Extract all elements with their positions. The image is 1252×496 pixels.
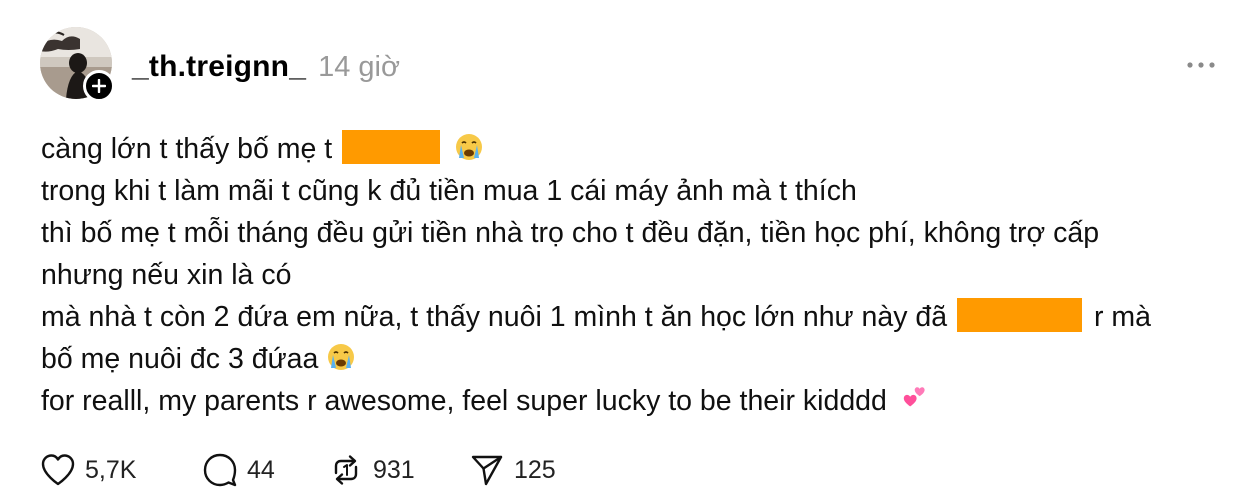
post-line-6: bố mẹ nuôi đc 3 đứaa [41,338,1221,380]
redaction-block [342,130,441,165]
post-line-3: thì bố mẹ t mỗi tháng đều gửi tiền nhà t… [41,212,1221,254]
share-count: 125 [514,455,556,484]
comment-icon [203,453,237,487]
post-text: thì bố mẹ t mỗi tháng đều gửi tiền nhà t… [41,217,1100,249]
repost-button[interactable]: 931 [328,453,469,487]
post-text: càng lớn t thấy bố mẹ t [41,133,333,165]
post-text: r mà [1093,301,1151,333]
crying-face-emoji-icon [328,344,355,371]
heart-icon [41,454,75,486]
post-body: càng lớn t thấy bố mẹ t trong khi t làm … [41,128,1221,422]
crying-face-emoji-icon [456,134,483,161]
avatar-container[interactable] [40,27,116,103]
thread-post: _th.treignn_ 14 giờ càng lớn t thấy bố m… [0,0,1252,496]
like-button[interactable]: 5,7K [40,453,202,487]
share-icon [471,455,503,486]
post-line-2: trong khi t làm mãi t cũng k đủ tiền mua… [41,170,1221,212]
post-text: mà nhà t còn 2 đứa em nữa, t thấy nuôi 1… [41,301,948,333]
redaction-block [957,298,1083,333]
post-timestamp: 14 giờ [318,51,400,83]
post-text: nhưng nếu xin là có [41,259,292,291]
post-line-5: mà nhà t còn 2 đứa em nữa, t thấy nuôi 1… [41,296,1221,338]
post-text: trong khi t làm mãi t cũng k đủ tiền mua… [41,175,857,207]
post-line-1: càng lớn t thấy bố mẹ t [41,128,1221,170]
repost-icon [334,455,358,485]
username-link[interactable]: _th.treignn_ [132,50,306,84]
post-line-7: for realll, my parents r awesome, feel s… [41,380,1221,422]
two-hearts-emoji-icon [903,387,925,407]
reply-button[interactable]: 44 [202,453,328,487]
post-actions: 5,7K 44 931 125 [40,452,556,488]
post-text: bố mẹ nuôi đc 3 đứaa [41,343,319,375]
plus-icon [92,79,106,93]
more-icon[interactable] [1186,60,1216,70]
follow-button[interactable] [83,70,115,102]
like-count: 5,7K [85,455,137,484]
post-line-4: nhưng nếu xin là có [41,254,1221,296]
post-header: _th.treignn_ 14 giờ [132,50,400,84]
post-text: for realll, my parents r awesome, feel s… [41,385,887,417]
repost-count: 931 [373,455,415,484]
share-button[interactable]: 125 [469,453,556,487]
reply-count: 44 [247,455,275,484]
